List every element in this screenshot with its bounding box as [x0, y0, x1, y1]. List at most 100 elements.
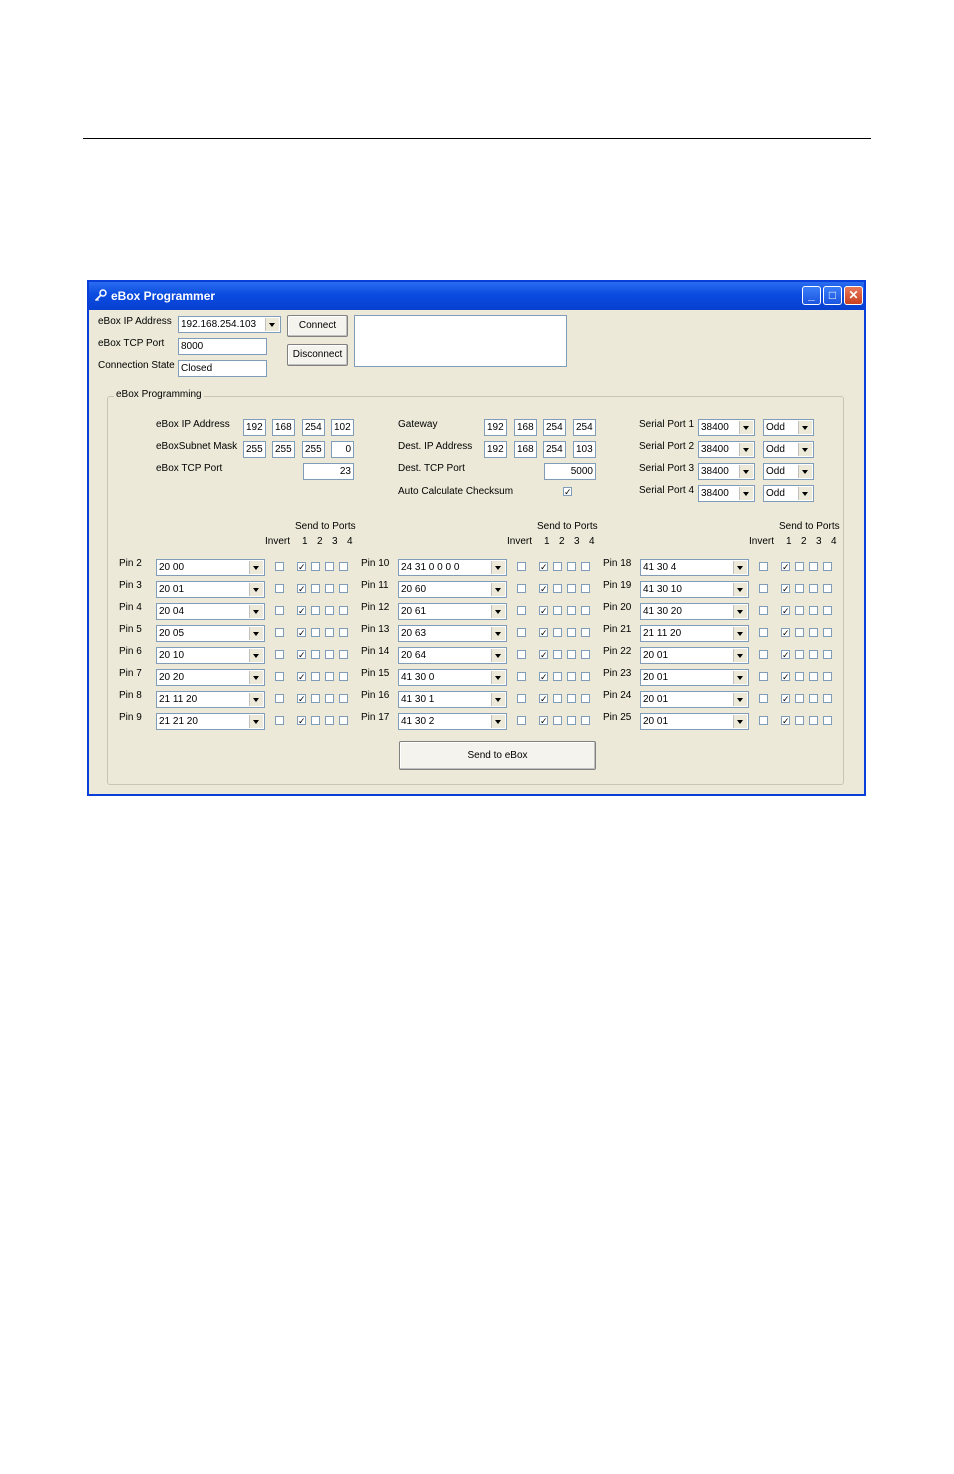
dest-ip-octet-3[interactable]: 254 — [543, 441, 566, 458]
pin-code-combo[interactable]: 41 30 0 — [398, 669, 507, 686]
gateway-octet-2[interactable]: 168 — [514, 419, 537, 436]
port-4-checkbox[interactable] — [339, 584, 348, 593]
pin-code-combo[interactable]: 41 30 20 — [640, 603, 749, 620]
pin-code-combo[interactable]: 41 30 2 — [398, 713, 507, 730]
dest-ip-octet-1[interactable]: 192 — [484, 441, 507, 458]
port-4-checkbox[interactable] — [581, 584, 590, 593]
port-2-checkbox[interactable] — [311, 650, 320, 659]
pin-code-combo[interactable]: 20 01 — [640, 669, 749, 686]
chevron-down-icon[interactable] — [491, 693, 505, 706]
pin-code-combo[interactable]: 20 01 — [156, 581, 265, 598]
port-1-checkbox[interactable]: ✓ — [297, 584, 306, 594]
pin-code-combo[interactable]: 21 11 20 — [156, 691, 265, 708]
port-3-checkbox[interactable] — [567, 650, 576, 659]
port-4-checkbox[interactable] — [581, 672, 590, 681]
port-2-checkbox[interactable] — [311, 606, 320, 615]
port-3-checkbox[interactable] — [325, 716, 334, 725]
port-2-checkbox[interactable] — [795, 584, 804, 593]
invert-checkbox[interactable] — [759, 562, 768, 571]
port-3-checkbox[interactable] — [567, 628, 576, 637]
port-3-checkbox[interactable] — [567, 716, 576, 725]
port-1-checkbox[interactable]: ✓ — [781, 672, 790, 682]
subnet-octet-1[interactable]: 255 — [243, 441, 266, 458]
port-4-checkbox[interactable] — [581, 562, 590, 571]
port-4-checkbox[interactable] — [823, 562, 832, 571]
invert-checkbox[interactable] — [759, 584, 768, 593]
port-1-checkbox[interactable]: ✓ — [781, 716, 790, 726]
port-2-checkbox[interactable] — [311, 628, 320, 637]
port-3-checkbox[interactable] — [325, 628, 334, 637]
port-2-checkbox[interactable] — [553, 562, 562, 571]
serial-port-parity-select[interactable]: Odd — [763, 419, 814, 436]
ebox-ip-octet-2[interactable]: 168 — [272, 419, 295, 436]
port-4-checkbox[interactable] — [581, 606, 590, 615]
port-4-checkbox[interactable] — [581, 716, 590, 725]
port-1-checkbox[interactable]: ✓ — [781, 606, 790, 616]
port-4-checkbox[interactable] — [823, 606, 832, 615]
chevron-down-icon[interactable] — [491, 671, 505, 684]
minimize-icon[interactable]: _ — [802, 286, 821, 305]
port-1-checkbox[interactable]: ✓ — [297, 650, 306, 660]
port-3-checkbox[interactable] — [809, 694, 818, 703]
port-3-checkbox[interactable] — [325, 694, 334, 703]
pin-code-combo[interactable]: 20 10 — [156, 647, 265, 664]
chevron-down-icon[interactable] — [491, 561, 505, 574]
port-4-checkbox[interactable] — [339, 562, 348, 571]
port-3-checkbox[interactable] — [567, 694, 576, 703]
chevron-down-icon[interactable] — [733, 715, 747, 728]
ebox-ip-octet-4[interactable]: 102 — [331, 419, 354, 436]
disconnect-button[interactable]: Disconnect — [287, 344, 348, 366]
port-3-checkbox[interactable] — [809, 672, 818, 681]
port-1-checkbox[interactable]: ✓ — [539, 562, 548, 572]
invert-checkbox[interactable] — [275, 606, 284, 615]
chevron-down-icon[interactable] — [739, 443, 753, 456]
chevron-down-icon[interactable] — [249, 583, 263, 596]
serial-port-baud-select[interactable]: 38400 — [698, 463, 755, 480]
port-3-checkbox[interactable] — [809, 650, 818, 659]
port-3-checkbox[interactable] — [325, 584, 334, 593]
port-2-checkbox[interactable] — [795, 694, 804, 703]
chevron-down-icon[interactable] — [798, 487, 812, 500]
chevron-down-icon[interactable] — [491, 583, 505, 596]
port-4-checkbox[interactable] — [339, 672, 348, 681]
ebox-port-field[interactable]: 8000 — [178, 338, 267, 355]
chevron-down-icon[interactable] — [265, 318, 279, 331]
chevron-down-icon[interactable] — [491, 605, 505, 618]
port-4-checkbox[interactable] — [339, 628, 348, 637]
chevron-down-icon[interactable] — [249, 693, 263, 706]
invert-checkbox[interactable] — [275, 628, 284, 637]
ebox-ip-combo[interactable]: 192.168.254.103 — [178, 316, 281, 333]
serial-port-parity-select[interactable]: Odd — [763, 441, 814, 458]
invert-checkbox[interactable] — [517, 694, 526, 703]
invert-checkbox[interactable] — [759, 650, 768, 659]
port-1-checkbox[interactable]: ✓ — [781, 584, 790, 594]
port-1-checkbox[interactable]: ✓ — [297, 562, 306, 572]
pin-code-combo[interactable]: 20 20 — [156, 669, 265, 686]
dest-ip-octet-4[interactable]: 103 — [573, 441, 596, 458]
invert-checkbox[interactable] — [517, 650, 526, 659]
port-1-checkbox[interactable]: ✓ — [539, 694, 548, 704]
invert-checkbox[interactable] — [275, 584, 284, 593]
pin-code-combo[interactable]: 20 05 — [156, 625, 265, 642]
invert-checkbox[interactable] — [275, 650, 284, 659]
port-3-checkbox[interactable] — [809, 716, 818, 725]
tcp-port-field[interactable]: 23 — [303, 463, 354, 480]
serial-port-parity-select[interactable]: Odd — [763, 485, 814, 502]
chevron-down-icon[interactable] — [733, 693, 747, 706]
port-1-checkbox[interactable]: ✓ — [781, 562, 790, 572]
serial-port-baud-select[interactable]: 38400 — [698, 485, 755, 502]
message-area[interactable] — [354, 315, 567, 367]
port-1-checkbox[interactable]: ✓ — [539, 650, 548, 660]
chevron-down-icon[interactable] — [491, 627, 505, 640]
pin-code-combo[interactable]: 24 31 0 0 0 0 — [398, 559, 507, 576]
port-2-checkbox[interactable] — [795, 716, 804, 725]
port-1-checkbox[interactable]: ✓ — [297, 672, 306, 682]
port-4-checkbox[interactable] — [823, 628, 832, 637]
port-2-checkbox[interactable] — [311, 562, 320, 571]
port-3-checkbox[interactable] — [325, 650, 334, 659]
invert-checkbox[interactable] — [517, 716, 526, 725]
port-4-checkbox[interactable] — [339, 650, 348, 659]
port-3-checkbox[interactable] — [809, 562, 818, 571]
serial-port-baud-select[interactable]: 38400 — [698, 419, 755, 436]
subnet-octet-3[interactable]: 255 — [302, 441, 325, 458]
